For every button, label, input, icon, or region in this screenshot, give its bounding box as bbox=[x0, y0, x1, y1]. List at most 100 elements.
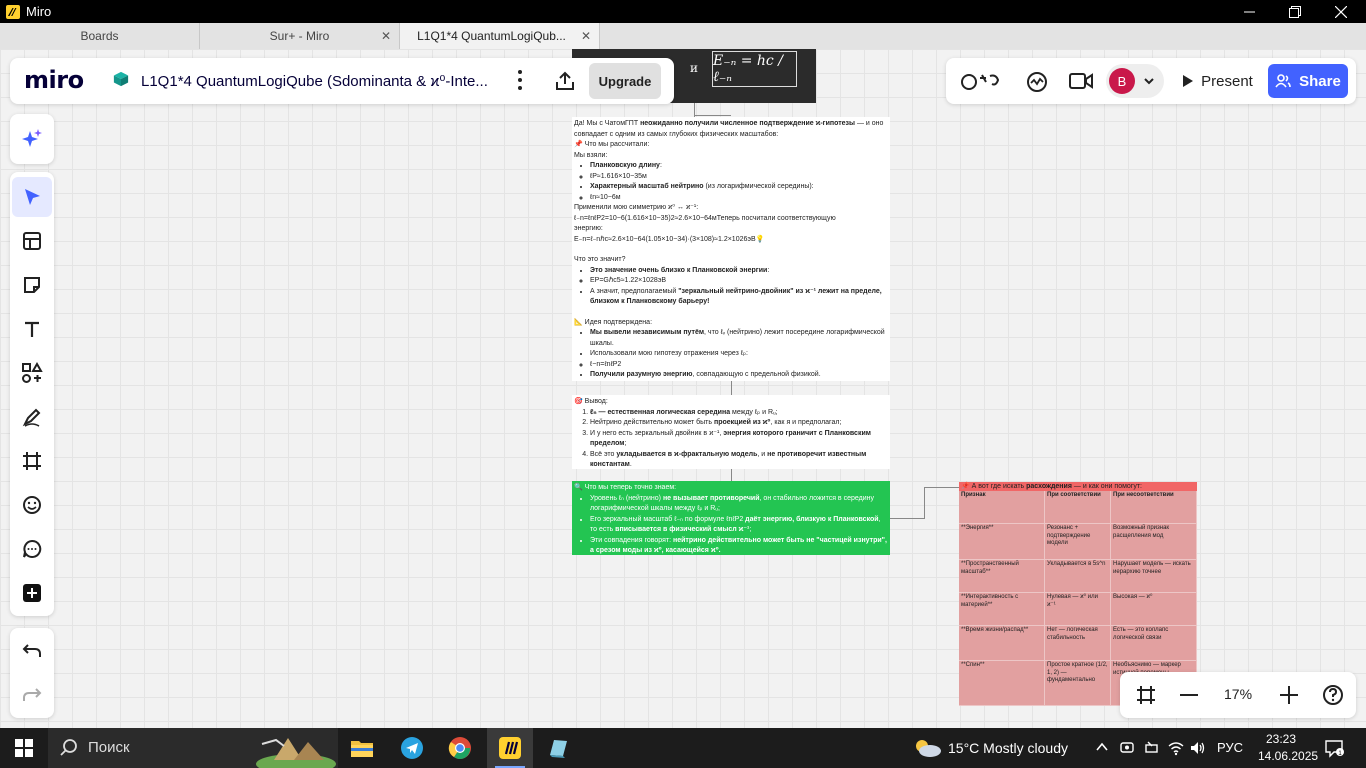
undo-button[interactable] bbox=[12, 631, 52, 671]
connector-line[interactable] bbox=[890, 518, 925, 519]
zoom-panel: 17% bbox=[1120, 672, 1356, 718]
table-cell: Высокая — ϰ⁰ bbox=[1111, 593, 1197, 626]
zoom-level[interactable]: 17% bbox=[1224, 686, 1252, 702]
table-cell: Возможный признак расщепления мод bbox=[1111, 524, 1197, 560]
chevron-up-icon[interactable] bbox=[1096, 742, 1108, 752]
table-cell: Нет — логическая стабильность bbox=[1045, 626, 1111, 661]
sticker-icon bbox=[23, 496, 41, 514]
tab-label: Boards bbox=[80, 29, 119, 43]
play-icon bbox=[1183, 75, 1194, 87]
folder-icon bbox=[351, 741, 373, 757]
present-label: Present bbox=[1201, 72, 1253, 90]
miro-icon bbox=[499, 737, 521, 759]
stickers-tool[interactable] bbox=[12, 485, 52, 525]
share-button[interactable]: Share bbox=[1268, 64, 1348, 98]
text-icon bbox=[25, 321, 39, 337]
more-apps-tool[interactable] bbox=[12, 573, 52, 613]
table-cell: Есть — это коллапс логической связи bbox=[1111, 626, 1197, 661]
clock-date[interactable]: 14.06.2025 bbox=[1258, 749, 1318, 763]
sticky-note-tool[interactable] bbox=[12, 265, 52, 305]
zoom-in-icon[interactable] bbox=[1280, 686, 1298, 704]
pen-icon bbox=[22, 408, 41, 427]
tab-bar: Boards Sur+ - Miro ✕ L1Q1*4 QuantumLogiQ… bbox=[0, 23, 1366, 49]
connector-line[interactable] bbox=[924, 487, 925, 519]
language-indicator[interactable]: РУС bbox=[1217, 740, 1243, 755]
users-icon bbox=[1275, 74, 1291, 88]
text-note-conclusion[interactable]: 🎯 Вывод: ℓₙ — естественная логическая се… bbox=[572, 395, 890, 469]
tab-current-board[interactable]: L1Q1*4 QuantumLogiQub... ✕ bbox=[400, 23, 600, 49]
redo-button[interactable] bbox=[12, 675, 52, 715]
minimize-icon bbox=[1243, 11, 1255, 13]
taskbar-file-explorer[interactable] bbox=[340, 728, 384, 768]
search-icon bbox=[60, 739, 77, 756]
miro-app-icon bbox=[6, 4, 20, 19]
dot-icon bbox=[518, 86, 522, 90]
history-panel bbox=[10, 628, 54, 718]
fit-to-screen-icon[interactable] bbox=[1136, 685, 1156, 705]
connector-line[interactable] bbox=[731, 469, 732, 481]
comments-icon[interactable] bbox=[1025, 70, 1049, 94]
weather-text[interactable]: 15°C Mostly cloudy bbox=[948, 740, 1068, 756]
sticky-note-icon bbox=[24, 277, 40, 293]
webcam-icon[interactable] bbox=[1120, 740, 1134, 756]
export-icon[interactable] bbox=[554, 70, 576, 92]
miro-logo[interactable]: miro bbox=[24, 66, 84, 94]
restore-icon bbox=[1289, 5, 1301, 18]
select-tool[interactable] bbox=[12, 177, 52, 217]
dot-icon bbox=[518, 78, 522, 82]
connector-line[interactable] bbox=[924, 487, 960, 488]
tab-close-icon[interactable]: ✕ bbox=[581, 29, 591, 43]
shapes-icon bbox=[22, 362, 43, 383]
video-call-icon[interactable] bbox=[1069, 72, 1093, 90]
connector-line[interactable] bbox=[731, 381, 732, 395]
board-title[interactable]: L1Q1*4 QuantumLogiQube (Sdominanta & ϰ⁰-… bbox=[141, 72, 488, 90]
taskbar-app[interactable] bbox=[536, 728, 580, 768]
ai-assist-button[interactable] bbox=[12, 119, 52, 159]
board-menu-button[interactable] bbox=[512, 68, 528, 92]
minimize-button[interactable] bbox=[1226, 0, 1272, 23]
table-cell: Простое кратное (1/2, 1, 2) — фундамента… bbox=[1045, 661, 1111, 706]
text-note-calculation[interactable]: Да! Мы с ЧатомГПТ неожиданно получили чи… bbox=[572, 117, 890, 381]
help-icon[interactable] bbox=[1322, 684, 1344, 706]
taskbar-miro[interactable] bbox=[487, 728, 533, 768]
sticky-note-green[interactable]: 🔍 Что мы теперь точно знаем: Уровень ℓₙ … bbox=[572, 481, 890, 555]
table-header-cell: При несоответствии bbox=[1111, 491, 1197, 524]
wifi-icon[interactable] bbox=[1168, 740, 1184, 756]
user-menu[interactable]: B bbox=[1106, 64, 1164, 98]
taskbar-search[interactable]: Поиск bbox=[48, 728, 338, 768]
tab-close-icon[interactable]: ✕ bbox=[381, 29, 391, 43]
left-toolbar bbox=[10, 172, 54, 616]
tab-boards[interactable]: Boards bbox=[0, 23, 200, 49]
upgrade-button[interactable]: Upgrade bbox=[589, 63, 661, 99]
frame-tool[interactable] bbox=[12, 441, 52, 481]
board-canvas[interactable]: и E₋ₙ = hc / ℓ₋ₙ Да! Мы с ЧатомГПТ неожи… bbox=[0, 49, 1366, 728]
weather-cloud-icon[interactable] bbox=[912, 736, 942, 758]
table-cell: **Спин** bbox=[959, 661, 1045, 706]
telegram-icon bbox=[401, 737, 423, 759]
connector-line[interactable] bbox=[694, 115, 731, 116]
shapes-tool[interactable] bbox=[12, 353, 52, 393]
tab-label: Sur+ - Miro bbox=[269, 29, 330, 43]
table-cell: **Пространственный масштаб** bbox=[959, 560, 1045, 593]
table-cell: **Время жизни/распад** bbox=[959, 626, 1045, 661]
formula-expression: E₋ₙ = hc / ℓ₋ₙ bbox=[712, 51, 797, 87]
share-label: Share bbox=[1299, 72, 1341, 90]
taskbar-chrome[interactable] bbox=[438, 728, 482, 768]
present-button[interactable]: Present bbox=[1172, 64, 1264, 98]
window-title: Miro bbox=[26, 4, 52, 19]
pen-tool[interactable] bbox=[12, 397, 52, 437]
comment-tool[interactable] bbox=[12, 529, 52, 569]
close-window-button[interactable] bbox=[1318, 0, 1364, 23]
templates-tool[interactable] bbox=[12, 221, 52, 261]
reactions-icon[interactable] bbox=[960, 70, 1004, 92]
battery-icon[interactable] bbox=[1144, 740, 1160, 756]
text-tool[interactable] bbox=[12, 309, 52, 349]
notifications-icon[interactable]: 1 bbox=[1324, 738, 1344, 758]
start-button[interactable] bbox=[0, 728, 48, 768]
clock-time[interactable]: 23:23 bbox=[1266, 732, 1296, 746]
volume-icon[interactable] bbox=[1190, 740, 1206, 756]
taskbar-telegram[interactable] bbox=[390, 728, 434, 768]
tab-sur-miro[interactable]: Sur+ - Miro ✕ bbox=[200, 23, 400, 49]
zoom-out-icon[interactable] bbox=[1180, 694, 1198, 696]
restore-button[interactable] bbox=[1272, 0, 1318, 23]
